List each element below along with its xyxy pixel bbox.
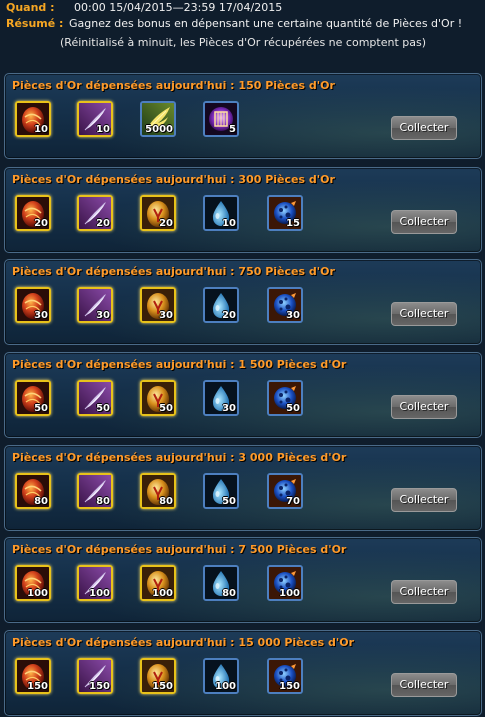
tier-title: Pièces d'Or dépensées aujourd'hui : 1 50…: [12, 358, 347, 371]
item-quantity: 20: [34, 218, 48, 229]
tier-title: Pièces d'Or dépensées aujourd'hui : 300 …: [12, 173, 335, 186]
item-quantity: 150: [89, 681, 110, 692]
reward-item-slot[interactable]: 100: [77, 565, 113, 601]
when-value: 00:00 15/04/2015—23:59 17/04/2015: [74, 1, 283, 14]
reward-item-slot[interactable]: 20: [203, 287, 239, 323]
event-summary: Résumé : Gagnez des bonus en dépensant u…: [6, 17, 462, 31]
reward-item-slot[interactable]: 20: [140, 195, 176, 231]
item-quantity: 10: [222, 218, 236, 229]
item-quantity: 50: [159, 403, 173, 414]
item-quantity: 100: [152, 588, 173, 599]
reward-item-slot[interactable]: 100: [267, 565, 303, 601]
when-label: Quand :: [6, 1, 55, 14]
item-quantity: 30: [222, 403, 236, 414]
item-quantity: 100: [215, 681, 236, 692]
reward-item-slot[interactable]: 20: [15, 195, 51, 231]
reward-item-slot[interactable]: 80: [15, 473, 51, 509]
item-quantity: 5000: [145, 124, 173, 135]
event-header: Quand : 00:00 15/04/2015—23:59 17/04/201…: [0, 0, 485, 68]
tier-title: Pièces d'Or dépensées aujourd'hui : 3 00…: [12, 451, 347, 464]
reward-item-slot[interactable]: 100: [203, 658, 239, 694]
reward-item-slot[interactable]: 50: [77, 380, 113, 416]
item-quantity: 10: [34, 124, 48, 135]
item-quantity: 80: [159, 496, 173, 507]
reward-item-slot[interactable]: 30: [203, 380, 239, 416]
item-quantity: 150: [27, 681, 48, 692]
item-quantity: 30: [96, 310, 110, 321]
reward-tier-panel: Pièces d'Or dépensées aujourd'hui : 3 00…: [4, 445, 482, 531]
item-quantity: 50: [222, 496, 236, 507]
reward-item-slot[interactable]: 150: [267, 658, 303, 694]
reward-item-slot[interactable]: 150: [140, 658, 176, 694]
item-quantity: 15: [286, 218, 300, 229]
tier-title: Pièces d'Or dépensées aujourd'hui : 750 …: [12, 265, 335, 278]
reward-item-slot[interactable]: 150: [15, 658, 51, 694]
reward-item-slot[interactable]: 80: [140, 473, 176, 509]
tier-title: Pièces d'Or dépensées aujourd'hui : 150 …: [12, 79, 335, 92]
item-quantity: 20: [96, 218, 110, 229]
reward-item-slot[interactable]: 10: [203, 195, 239, 231]
reward-item-slot[interactable]: 50: [267, 380, 303, 416]
reward-item-slot[interactable]: 5: [203, 101, 239, 137]
reward-item-slot[interactable]: 30: [15, 287, 51, 323]
reward-tier-panel: Pièces d'Or dépensées aujourd'hui : 750 …: [4, 259, 482, 345]
collect-button[interactable]: Collecter: [391, 116, 457, 140]
summary-note: (Réinitialisé à minuit, les Pièces d'Or …: [60, 36, 426, 49]
reward-tier-panel: Pièces d'Or dépensées aujourd'hui : 300 …: [4, 167, 482, 253]
collect-button[interactable]: Collecter: [391, 302, 457, 326]
reward-item-slot[interactable]: 70: [267, 473, 303, 509]
reward-item-slot[interactable]: 150: [77, 658, 113, 694]
item-quantity: 5: [229, 124, 236, 135]
item-quantity: 30: [286, 310, 300, 321]
tier-title: Pièces d'Or dépensées aujourd'hui : 15 0…: [12, 636, 355, 649]
item-quantity: 150: [152, 681, 173, 692]
item-quantity: 100: [27, 588, 48, 599]
reward-item-slot[interactable]: 30: [77, 287, 113, 323]
reward-item-slot[interactable]: 100: [140, 565, 176, 601]
item-quantity: 100: [89, 588, 110, 599]
item-quantity: 50: [34, 403, 48, 414]
item-quantity: 80: [222, 588, 236, 599]
reward-item-slot[interactable]: 100: [15, 565, 51, 601]
summary-label: Résumé :: [6, 17, 64, 30]
summary-value: Gagnez des bonus en dépensant une certai…: [68, 17, 463, 30]
tier-title: Pièces d'Or dépensées aujourd'hui : 7 50…: [12, 543, 347, 556]
reward-item-slot[interactable]: 10: [15, 101, 51, 137]
event-dates: Quand : 00:00 15/04/2015—23:59 17/04/201…: [6, 1, 282, 15]
item-quantity: 50: [286, 403, 300, 414]
item-quantity: 20: [159, 218, 173, 229]
item-quantity: 30: [159, 310, 173, 321]
item-quantity: 100: [279, 588, 300, 599]
reward-tier-panel: Pièces d'Or dépensées aujourd'hui : 150 …: [4, 73, 482, 159]
reward-tier-panel: Pièces d'Or dépensées aujourd'hui : 1 50…: [4, 352, 482, 438]
reward-item-slot[interactable]: 5000: [140, 101, 176, 137]
reward-item-slot[interactable]: 30: [267, 287, 303, 323]
reward-tier-panel: Pièces d'Or dépensées aujourd'hui : 7 50…: [4, 537, 482, 623]
item-quantity: 10: [96, 124, 110, 135]
reward-item-slot[interactable]: 80: [77, 473, 113, 509]
collect-button[interactable]: Collecter: [391, 395, 457, 419]
item-quantity: 70: [286, 496, 300, 507]
reward-item-slot[interactable]: 30: [140, 287, 176, 323]
reward-item-slot[interactable]: 15: [267, 195, 303, 231]
reward-item-slot[interactable]: 50: [203, 473, 239, 509]
reward-item-slot[interactable]: 50: [15, 380, 51, 416]
item-quantity: 80: [34, 496, 48, 507]
item-quantity: 50: [96, 403, 110, 414]
collect-button[interactable]: Collecter: [391, 488, 457, 512]
item-quantity: 150: [279, 681, 300, 692]
collect-button[interactable]: Collecter: [391, 580, 457, 604]
reward-item-slot[interactable]: 20: [77, 195, 113, 231]
reward-item-slot[interactable]: 80: [203, 565, 239, 601]
item-quantity: 80: [96, 496, 110, 507]
reward-tier-panel: Pièces d'Or dépensées aujourd'hui : 15 0…: [4, 630, 482, 716]
collect-button[interactable]: Collecter: [391, 673, 457, 697]
item-quantity: 30: [34, 310, 48, 321]
item-quantity: 20: [222, 310, 236, 321]
reward-item-slot[interactable]: 10: [77, 101, 113, 137]
collect-button[interactable]: Collecter: [391, 210, 457, 234]
reward-item-slot[interactable]: 50: [140, 380, 176, 416]
